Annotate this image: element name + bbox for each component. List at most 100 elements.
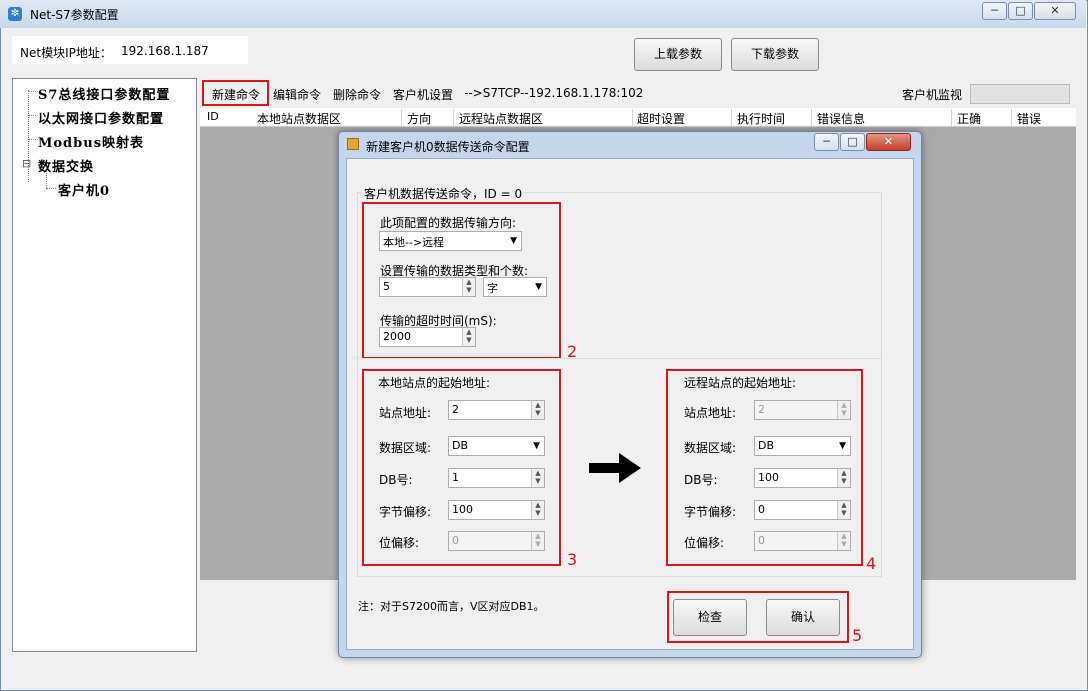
col-local-area[interactable]: 本地站点数据区 xyxy=(257,110,341,127)
col-remote-area[interactable]: 远程站点数据区 xyxy=(459,110,543,127)
download-button[interactable]: 下载参数 xyxy=(731,38,819,71)
client-settings-button[interactable]: 客户机设置 xyxy=(393,86,453,103)
type-value: 字 xyxy=(487,282,498,295)
local-area-value: DB xyxy=(452,439,469,452)
minimize-button[interactable]: ─ xyxy=(982,2,1007,20)
col-separator xyxy=(731,109,732,126)
local-bit-label: 位偏移: xyxy=(379,536,420,550)
remote-db-spinner[interactable]: ▲ ▼ xyxy=(837,469,850,487)
col-error[interactable]: 错误 xyxy=(1017,110,1041,127)
window-title: Net-S7参数配置 xyxy=(30,8,119,22)
col-id[interactable]: ID xyxy=(207,110,219,123)
tree-line xyxy=(46,188,56,189)
timeout-input[interactable]: 2000 ▲ ▼ xyxy=(379,327,476,347)
remote-station-value: 2 xyxy=(758,403,765,416)
chevron-down-icon: ▼ xyxy=(535,282,542,292)
gear-icon: ✻ xyxy=(8,7,22,21)
dialog-close-button[interactable]: ✕ xyxy=(866,133,911,151)
collapse-icon[interactable]: ⊟ xyxy=(22,157,31,170)
tree-item-s7-bus[interactable]: S7总线接口参数配置 xyxy=(38,84,170,103)
timeout-value: 2000 xyxy=(383,330,411,343)
close-button[interactable]: ✕ xyxy=(1034,2,1076,20)
local-bit-spinner: ▲ ▼ xyxy=(531,532,544,550)
maximize-button[interactable]: □ xyxy=(1008,2,1033,20)
timeout-spinner[interactable]: ▲ ▼ xyxy=(462,328,475,346)
remote-bit-label: 位偏移: xyxy=(684,536,725,550)
col-ok[interactable]: 正确 xyxy=(957,110,981,127)
tree-item-data-exchange[interactable]: 数据交换 xyxy=(38,156,94,175)
tree-item-ethernet[interactable]: 以太网接口参数配置 xyxy=(38,108,164,127)
client-monitor-bar xyxy=(970,84,1070,104)
tree-item-client0[interactable]: 客户机0 xyxy=(58,180,110,199)
annotation-5: 5 xyxy=(852,626,863,645)
remote-db-input[interactable]: 100 ▲ ▼ xyxy=(754,468,851,488)
remote-area-label: 数据区域: xyxy=(684,441,737,455)
dialog-maximize-button[interactable]: □ xyxy=(840,133,865,151)
tree-item-modbus[interactable]: Modbus映射表 xyxy=(38,132,144,151)
edit-command-button[interactable]: 编辑命令 xyxy=(273,86,321,103)
direction-select[interactable]: 本地-->远程 ▼ xyxy=(379,231,522,251)
chevron-down-icon: ▼ xyxy=(533,441,540,451)
local-db-value: 1 xyxy=(452,471,459,484)
remote-area-value: DB xyxy=(758,439,775,452)
local-bit-input: 0 ▲ ▼ xyxy=(448,531,545,551)
remote-bit-spinner: ▲ ▼ xyxy=(837,532,850,550)
check-button[interactable]: 检查 xyxy=(673,599,747,636)
col-error-info[interactable]: 错误信息 xyxy=(817,110,865,127)
chevron-down-icon: ▼ xyxy=(839,441,846,451)
remote-bit-input: 0 ▲ ▼ xyxy=(754,531,851,551)
remote-byte-value: 0 xyxy=(758,503,765,516)
col-separator xyxy=(951,109,952,126)
window-icon xyxy=(347,138,359,150)
local-db-label: DB号: xyxy=(379,473,413,487)
remote-title: 远程站点的起始地址: xyxy=(684,376,797,390)
remote-station-label: 站点地址: xyxy=(684,406,737,420)
client-monitor-label: 客户机监视 xyxy=(902,88,963,102)
tree-line xyxy=(28,115,36,116)
connection-info: -->S7TCP--192.168.1.178:102 xyxy=(464,86,644,100)
local-bit-value: 0 xyxy=(452,534,459,547)
chevron-down-icon: ▼ xyxy=(510,236,517,246)
count-value: 5 xyxy=(383,280,390,293)
local-byte-input[interactable]: 100 ▲ ▼ xyxy=(448,500,545,520)
remote-station-spinner: ▲ ▼ xyxy=(837,401,850,419)
local-byte-spinner[interactable]: ▲ ▼ xyxy=(531,501,544,519)
count-input[interactable]: 5 ▲ ▼ xyxy=(379,277,476,297)
local-station-spinner[interactable]: ▲ ▼ xyxy=(531,401,544,419)
col-timeout[interactable]: 超时设置 xyxy=(637,110,685,127)
local-area-select[interactable]: DB ▼ xyxy=(448,436,545,456)
local-db-spinner[interactable]: ▲ ▼ xyxy=(531,469,544,487)
local-byte-value: 100 xyxy=(452,503,473,516)
col-separator xyxy=(811,109,812,126)
dialog-minimize-button[interactable]: ─ xyxy=(814,133,839,151)
local-station-label: 站点地址: xyxy=(379,406,432,420)
confirm-button[interactable]: 确认 xyxy=(766,599,840,636)
title-bar xyxy=(0,0,1086,28)
remote-byte-input[interactable]: 0 ▲ ▼ xyxy=(754,500,851,520)
dialog-title: 新建客户机0数据传送命令配置 xyxy=(366,140,530,154)
local-title: 本地站点的起始地址: xyxy=(378,376,491,390)
col-exec-time[interactable]: 执行时间 xyxy=(737,110,785,127)
delete-command-button[interactable]: 删除命令 xyxy=(333,86,381,103)
ip-label: Net模块IP地址： xyxy=(20,46,112,60)
remote-db-value: 100 xyxy=(758,471,779,484)
col-direction[interactable]: 方向 xyxy=(407,110,431,127)
col-separator xyxy=(453,109,454,126)
local-db-input[interactable]: 1 ▲ ▼ xyxy=(448,468,545,488)
local-station-input[interactable]: 2 ▲ ▼ xyxy=(448,400,545,420)
note-text: 注：对于S7200而言，V区对应DB1。 xyxy=(358,600,545,613)
tree-line xyxy=(28,139,36,140)
remote-byte-spinner[interactable]: ▲ ▼ xyxy=(837,501,850,519)
col-separator xyxy=(632,109,633,126)
upload-button[interactable]: 上载参数 xyxy=(634,38,722,71)
right-arrow-icon xyxy=(589,453,641,483)
remote-station-input: 2 ▲ ▼ xyxy=(754,400,851,420)
annotation-4: 4 xyxy=(866,554,877,573)
count-spinner[interactable]: ▲ ▼ xyxy=(462,278,475,296)
tree-line xyxy=(28,91,36,92)
type-select[interactable]: 字 ▼ xyxy=(483,277,547,297)
remote-bit-value: 0 xyxy=(758,534,765,547)
col-separator xyxy=(1011,109,1012,126)
annotation-3: 3 xyxy=(567,550,578,569)
remote-area-select[interactable]: DB ▼ xyxy=(754,436,851,456)
